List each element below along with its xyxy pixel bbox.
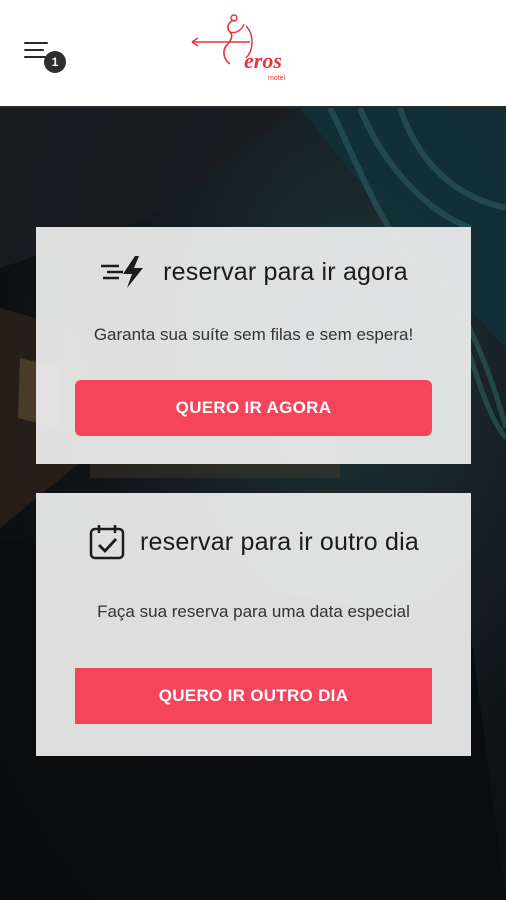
logo-text: eros bbox=[244, 48, 282, 73]
reserve-other-day-card: reservar para ir outro dia Faça sua rese… bbox=[36, 493, 471, 756]
calendar-check-icon bbox=[89, 525, 125, 560]
app-header: 1 eros motel bbox=[0, 0, 506, 108]
reserve-now-card: reservar para ir agora Garanta sua suíte… bbox=[36, 227, 471, 464]
card-title: reservar para ir outro dia bbox=[140, 527, 419, 556]
card-subtitle: Faça sua reserva para uma data especial bbox=[97, 602, 410, 621]
menu-button[interactable]: 1 bbox=[24, 40, 68, 74]
menu-icon bbox=[24, 42, 48, 44]
lightning-speed-icon bbox=[101, 256, 144, 288]
card-title: reservar para ir agora bbox=[163, 257, 408, 286]
eros-logo[interactable]: eros motel bbox=[190, 12, 310, 92]
quero-ir-agora-button[interactable]: QUERO IR AGORA bbox=[75, 380, 432, 436]
card-subtitle: Garanta sua suíte sem filas e sem espera… bbox=[93, 325, 414, 344]
notification-badge: 1 bbox=[44, 51, 66, 73]
logo-subtext: motel bbox=[268, 75, 286, 82]
quero-ir-outro-dia-button[interactable]: QUERO IR OUTRO DIA bbox=[75, 668, 432, 724]
